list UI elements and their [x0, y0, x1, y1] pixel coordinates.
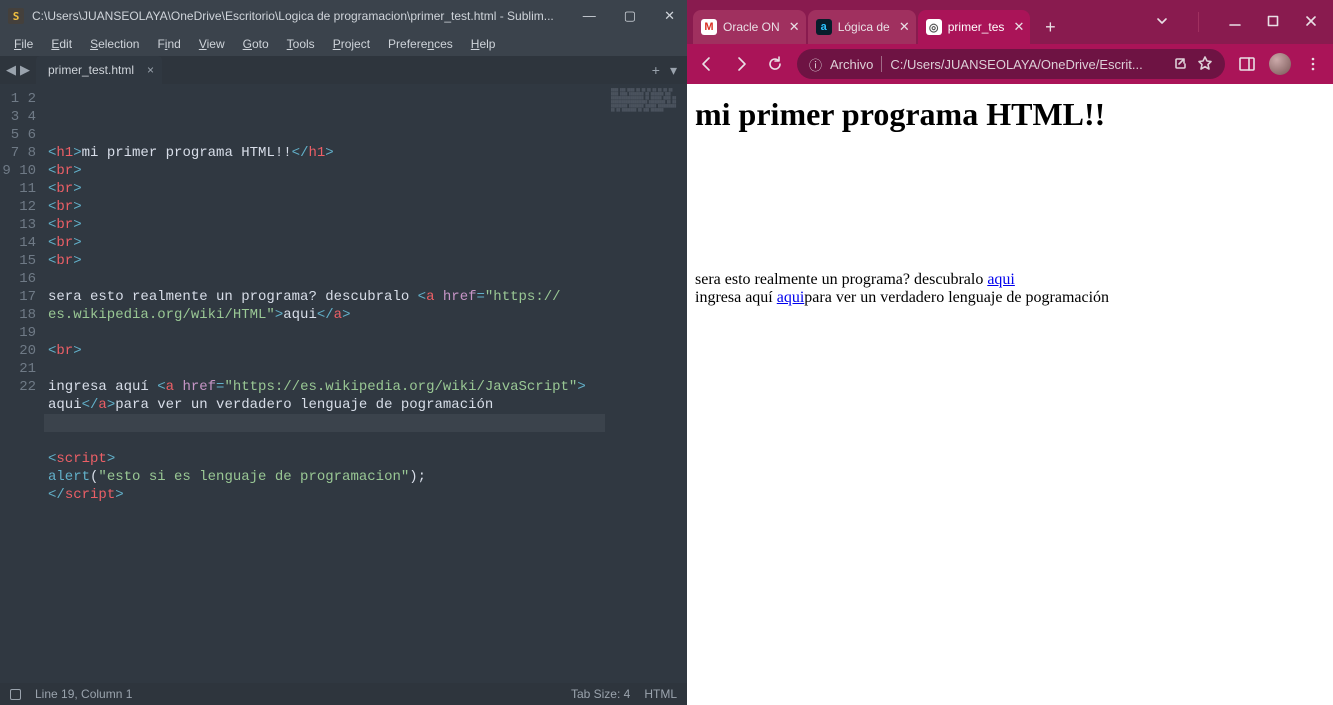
menu-file[interactable]: File [6, 35, 41, 53]
omnibox[interactable]: ⓘ Archivo C:/Users/JUANSEOLAYA/OneDrive/… [797, 49, 1225, 79]
menu-project[interactable]: Project [325, 35, 378, 53]
page-link-1[interactable]: aqui [987, 271, 1015, 288]
tab-favicon: ◎ [926, 19, 942, 35]
browser-tab-0[interactable]: M Oracle ON ✕ [693, 10, 806, 44]
code-editor[interactable]: <h1>mi primer programa HTML!!</h1> <br> … [44, 84, 605, 683]
maximize-icon[interactable] [1267, 15, 1279, 30]
maximize-icon[interactable]: ▢ [624, 8, 636, 24]
tab-label: Oracle ON [723, 20, 780, 34]
menu-tools[interactable]: Tools [279, 35, 323, 53]
minimap[interactable]: ████ ███ ████ ██ ██ ██ ██ ██ ██ ██ ████ … [605, 84, 687, 683]
tab-favicon: M [701, 19, 717, 35]
new-tab-button[interactable]: + [1036, 13, 1064, 41]
minimize-icon[interactable] [1229, 15, 1241, 30]
omnibox-url: C:/Users/JUANSEOLAYA/OneDrive/Escrit... [890, 57, 1165, 72]
profile-avatar[interactable] [1269, 53, 1291, 75]
editor-tab-label: primer_test.html [48, 63, 134, 77]
close-icon[interactable]: ✕ [664, 8, 675, 24]
back-button[interactable] [695, 52, 719, 76]
menu-goto[interactable]: Goto [235, 35, 277, 53]
page-text-2a: ingresa aquí [695, 289, 777, 306]
kebab-menu-icon[interactable] [1301, 52, 1325, 76]
sublime-window: S C:\Users\JUANSEOLAYA\OneDrive\Escritor… [0, 0, 687, 705]
tab-close-icon[interactable]: ✕ [1014, 19, 1025, 35]
forward-button[interactable] [729, 52, 753, 76]
chrome-window: M Oracle ON ✕ a Lógica de ✕ ◎ primer_tes ✕ + [687, 0, 1333, 705]
status-cursor-pos[interactable]: Line 19, Column 1 [35, 687, 132, 701]
sublime-window-title: C:\Users\JUANSEOLAYA\OneDrive\Escritorio… [32, 9, 583, 23]
tab-close-icon[interactable]: ✕ [789, 19, 800, 35]
code-content: <h1>mi primer programa HTML!!</h1> <br> … [48, 144, 601, 504]
nav-back-icon[interactable]: ◀ [6, 62, 16, 78]
omnibox-scheme-label: Archivo [830, 57, 873, 72]
panel-toggle-icon[interactable] [10, 689, 21, 700]
status-tab-size[interactable]: Tab Size: 4 [571, 687, 630, 701]
tab-favicon: a [816, 19, 832, 35]
chevron-down-icon[interactable] [1156, 15, 1168, 30]
tab-close-icon[interactable]: × [147, 63, 154, 77]
browser-tab-2[interactable]: ◎ primer_tes ✕ [918, 10, 1031, 44]
page-text-2b: para ver un verdadero lenguaje de pogram… [804, 289, 1109, 306]
page-text-1: sera esto realmente un programa? descubr… [695, 271, 987, 288]
tab-menu-icon[interactable]: ▾ [670, 62, 677, 79]
share-icon[interactable] [1173, 55, 1189, 74]
side-panel-icon[interactable] [1235, 52, 1259, 76]
tab-label: primer_tes [948, 20, 1005, 34]
tab-label: Lógica de [838, 20, 890, 34]
sublime-statusbar: Line 19, Column 1 Tab Size: 4 HTML [0, 683, 687, 705]
menu-find[interactable]: Find [149, 35, 188, 53]
browser-tab-1[interactable]: a Lógica de ✕ [808, 10, 916, 44]
close-icon[interactable] [1305, 15, 1317, 30]
chrome-toolbar: ⓘ Archivo C:/Users/JUANSEOLAYA/OneDrive/… [687, 44, 1333, 84]
sublime-app-icon: S [8, 8, 24, 24]
page-title: mi primer programa HTML!! [695, 96, 1325, 133]
site-info-icon[interactable]: ⓘ [809, 55, 822, 74]
menu-preferences[interactable]: Preferences [380, 35, 461, 53]
sublime-menubar: File Edit Selection Find View Goto Tools… [0, 32, 687, 56]
menu-view[interactable]: View [191, 35, 233, 53]
editor-tab[interactable]: primer_test.html × [36, 56, 162, 84]
nav-forward-icon[interactable]: ▶ [20, 62, 30, 78]
tab-close-icon[interactable]: ✕ [899, 19, 910, 35]
sublime-tabrow: ◀ ▶ primer_test.html × + ▾ [0, 56, 687, 84]
rendered-page[interactable]: mi primer programa HTML!! sera esto real… [687, 84, 1333, 705]
chrome-tabstrip: M Oracle ON ✕ a Lógica de ✕ ◎ primer_tes ✕ + [687, 0, 1333, 44]
status-syntax[interactable]: HTML [644, 687, 677, 701]
menu-edit[interactable]: Edit [43, 35, 80, 53]
bookmark-star-icon[interactable] [1197, 55, 1213, 74]
reload-button[interactable] [763, 52, 787, 76]
menu-help[interactable]: Help [463, 35, 504, 53]
menu-selection[interactable]: Selection [82, 35, 147, 53]
minimize-icon[interactable]: — [583, 8, 596, 24]
page-link-2[interactable]: aqui [777, 289, 805, 306]
line-number-gutter[interactable]: 1 2 3 4 5 6 7 8 9 10 11 12 13 14 15 16 1… [0, 84, 44, 683]
new-tab-icon[interactable]: + [652, 62, 660, 78]
sublime-titlebar[interactable]: S C:\Users\JUANSEOLAYA\OneDrive\Escritor… [0, 0, 687, 32]
